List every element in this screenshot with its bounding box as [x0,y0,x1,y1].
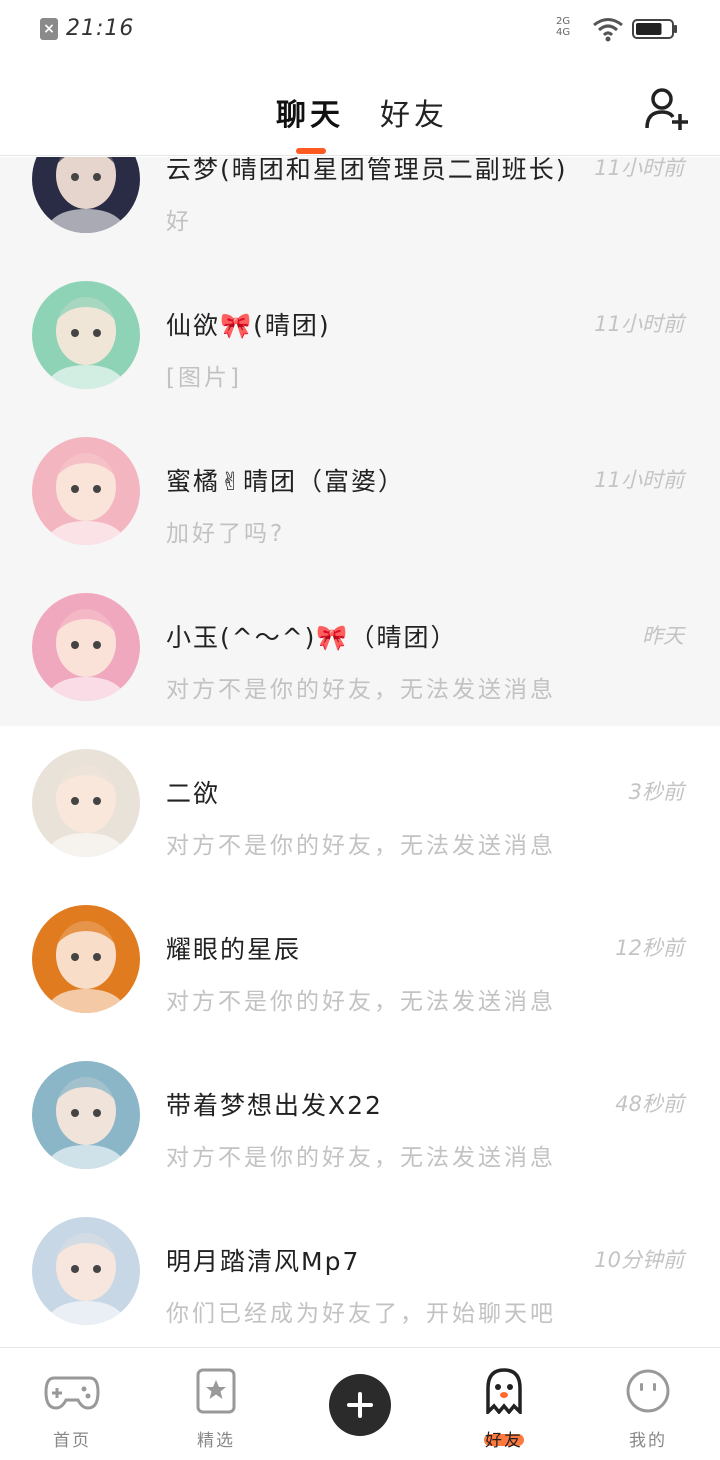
battery-icon [632,19,677,39]
conversation-row[interactable]: 仙欲🎀(晴团) 11小时前 [图片] [0,258,720,414]
status-time: 21:16 [66,16,135,41]
top-header: 聊天 好友 [0,64,720,156]
active-tab-indicator [296,148,326,154]
bookmark-star-icon [196,1368,236,1414]
conversation-row[interactable]: 云梦(晴团和星团管理员二副班长) 11小时前好 [0,157,720,258]
add-friend-icon[interactable] [644,86,690,132]
message-preview: 对方不是你的好友，无法发送消息 [166,1145,556,1171]
message-time: 48秒前 [615,1092,684,1116]
message-preview: 对方不是你的好友，无法发送消息 [166,677,556,703]
contact-name: 小玉(^～^)🎀（晴团） [166,623,458,652]
message-time: 11小时前 [594,157,684,180]
conversation-row[interactable]: 二欲 3秒前对方不是你的好友，无法发送消息 [0,726,720,882]
avatar[interactable] [32,157,140,233]
message-preview: 加好了吗? [166,521,286,547]
conversation-row[interactable]: 耀眼的星辰 12秒前对方不是你的好友，无法发送消息 [0,882,720,1038]
nav-me-label: 我的 [629,1431,667,1451]
conversation-row[interactable]: 明月踏清风Mp7 10分钟前你们已经成为好友了，开始聊天吧 [0,1194,720,1347]
message-preview: 对方不是你的好友，无法发送消息 [166,833,556,859]
contact-name: 仙欲🎀(晴团) [166,311,331,340]
message-time: 11小时前 [594,468,684,492]
contact-name: 带着梦想出发X22 [166,1091,383,1120]
smiley-face-icon [626,1369,670,1413]
contact-name: 云梦(晴团和星团管理员二副班长) [166,157,568,184]
message-preview: 你们已经成为好友了，开始聊天吧 [166,1301,556,1327]
contact-name: 蜜橘✌晴团（富婆） [166,467,405,496]
wifi-icon [593,18,623,42]
message-preview: [图片] [166,365,242,391]
conversation-list[interactable]: 云梦(晴团和星团管理员二副班长) 11小时前好仙欲🎀(晴团) 11小时前 [图片] 蜜橘… [0,157,720,1347]
contact-name: 耀眼的星辰 [166,935,302,964]
ghost-icon [486,1368,522,1414]
create-post-button[interactable] [329,1374,391,1436]
avatar[interactable] [32,1061,140,1169]
tab-chat[interactable]: 聊天 [276,90,344,134]
avatar[interactable] [32,1217,140,1325]
nav-featured-label: 精选 [197,1431,235,1451]
bottom-navigation: 首页 精选 好友 我的 [0,1347,720,1460]
tab-friends[interactable]: 好友 [380,90,448,134]
nav-home-label: 首页 [53,1431,91,1451]
gamepad-icon [44,1376,100,1410]
message-time: 11小时前 [594,312,684,336]
contact-name: 明月踏清风Mp7 [166,1247,361,1276]
contact-name: 二欲 [166,779,221,808]
nav-friends-label: 好友 [485,1431,523,1451]
close-notification-icon: × [40,18,58,40]
message-time: 3秒前 [628,780,684,804]
avatar[interactable] [32,593,140,701]
avatar[interactable] [32,905,140,1013]
nav-featured[interactable]: 精选 [144,1348,288,1460]
message-time: 12秒前 [615,936,684,960]
network-indicator: 2G 4G [556,16,571,38]
nav-me[interactable]: 我的 [576,1348,720,1460]
message-preview: 对方不是你的好友，无法发送消息 [166,989,556,1015]
message-time: 10分钟前 [594,1248,684,1272]
conversation-row[interactable]: 带着梦想出发X22 48秒前对方不是你的好友，无法发送消息 [0,1038,720,1194]
conversation-row[interactable]: 蜜橘✌晴团（富婆） 11小时前加好了吗? [0,414,720,570]
nav-friends[interactable]: 好友 [432,1348,576,1460]
status-bar: × 21:16 2G 4G [0,0,720,64]
avatar[interactable] [32,281,140,389]
avatar[interactable] [32,437,140,545]
conversation-row[interactable]: 小玉(^～^)🎀（晴团） 昨天对方不是你的好友，无法发送消息 [0,570,720,726]
nav-home[interactable]: 首页 [0,1348,144,1460]
message-preview: 好 [166,209,192,235]
message-time: 昨天 [642,624,684,648]
avatar[interactable] [32,749,140,857]
